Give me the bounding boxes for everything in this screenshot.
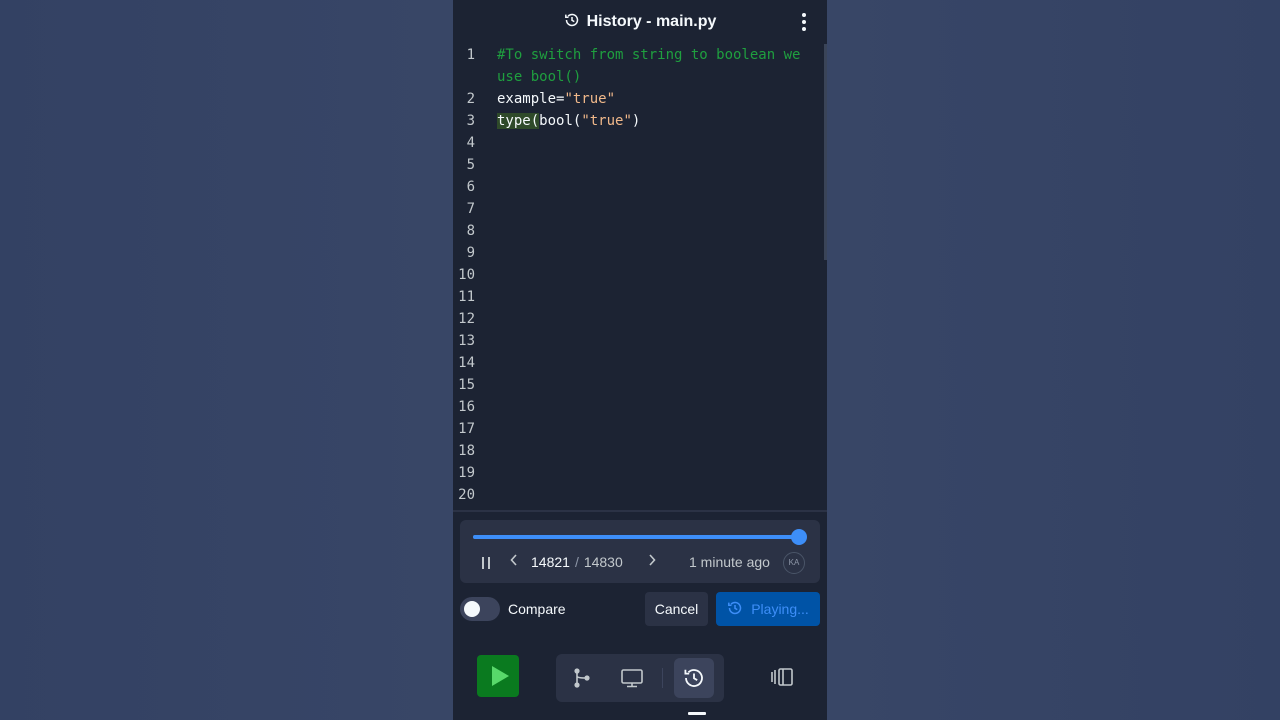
code-token: "true" [581, 113, 632, 129]
history-icon [564, 12, 580, 33]
code-editor[interactable]: 1 #To switch from string to boolean we use… [453, 44, 827, 510]
line-number: 7 [466, 201, 475, 217]
line-number: 10 [458, 267, 475, 283]
code-line[interactable]: 17 [453, 418, 827, 440]
chevron-left-icon[interactable] [506, 553, 522, 573]
code-line[interactable]: 5 [453, 154, 827, 176]
code-token: #To switch from string to boolean we [497, 47, 801, 63]
playing-button[interactable]: Playing... [716, 592, 820, 626]
code-line[interactable]: 3 type(bool("true") [453, 110, 827, 132]
line-number: 18 [458, 443, 475, 459]
line-number: 2 [466, 91, 475, 107]
playing-label: Playing... [751, 601, 809, 617]
line-number: 6 [466, 179, 475, 195]
cancel-button[interactable]: Cancel [645, 592, 708, 626]
code-line[interactable]: 13 [453, 330, 827, 352]
run-play-icon [491, 666, 509, 686]
line-number: 20 [458, 487, 475, 503]
code-line[interactable]: 18 [453, 440, 827, 462]
line-code: type(bool("true") [497, 110, 640, 132]
code-line[interactable]: 20 [453, 484, 827, 506]
history-header: History - main.py [453, 4, 827, 40]
code-line[interactable]: 19 [453, 462, 827, 484]
monitor-icon[interactable] [612, 658, 652, 698]
code-token: bool( [539, 113, 582, 129]
code-line[interactable]: use bool() [453, 66, 827, 88]
history-scrubber-track[interactable] [473, 529, 807, 545]
code-line[interactable]: 12 [453, 308, 827, 330]
bottom-dock [453, 650, 827, 706]
timestamp: 1 minute ago [689, 554, 770, 570]
header-title-wrap: History - main.py [564, 12, 717, 33]
chevron-right-icon[interactable] [644, 553, 660, 573]
line-number: 16 [458, 399, 475, 415]
git-branch-icon[interactable] [562, 658, 602, 698]
dock-separator [662, 668, 663, 688]
line-number: 13 [458, 333, 475, 349]
code-token: type( [497, 113, 540, 129]
line-code: #To switch from string to boolean we [497, 44, 800, 66]
line-number: 5 [466, 157, 475, 173]
home-indicator [688, 712, 706, 715]
compare-toggle[interactable] [460, 597, 500, 621]
line-number: 1 [466, 47, 475, 63]
history-tab-icon[interactable] [674, 658, 714, 698]
kebab-menu-icon[interactable] [795, 10, 813, 34]
page-title: History - main.py [586, 13, 717, 30]
line-code: use bool() [497, 66, 581, 88]
history-scrubber-fill [473, 535, 799, 539]
code-token: example= [497, 91, 565, 107]
history-scrubber-thumb[interactable] [790, 529, 807, 545]
editor-scrollbar[interactable] [824, 44, 827, 260]
history-icon [727, 600, 743, 619]
split-view-icon[interactable] [767, 662, 797, 692]
code-line[interactable]: 1 #To switch from string to boolean we [453, 44, 827, 66]
current-version: 14821 [531, 554, 570, 570]
line-number: 11 [458, 289, 475, 305]
compare-label: Compare [508, 601, 566, 617]
avatar: KA [783, 552, 805, 574]
line-code: example="true" [497, 88, 615, 110]
replit-mobile-app: History - main.py 1 #To switch from strin… [453, 0, 827, 720]
code-token: "true" [564, 91, 616, 107]
code-line[interactable]: 8 [453, 220, 827, 242]
code-line[interactable]: 2 example="true" [453, 88, 827, 110]
code-line[interactable]: 15 [453, 374, 827, 396]
pause-icon[interactable] [479, 556, 493, 570]
code-line[interactable]: 4 [453, 132, 827, 154]
player-controls: 14821/14830 1 minute ago KA [460, 552, 820, 574]
history-actions: Compare Cancel Playing... [460, 592, 820, 626]
toggle-knob [464, 601, 480, 617]
code-line[interactable]: 6 [453, 176, 827, 198]
line-number: 8 [466, 223, 475, 239]
line-number: 17 [458, 421, 475, 437]
line-number: 19 [458, 465, 475, 481]
editor-divider [453, 510, 827, 512]
line-number: 14 [458, 355, 475, 371]
line-number: 9 [466, 245, 475, 261]
code-line[interactable]: 9 [453, 242, 827, 264]
line-number: 3 [466, 113, 475, 129]
run-button[interactable] [477, 655, 519, 697]
code-token: ) [631, 113, 641, 129]
line-number: 12 [458, 311, 475, 327]
history-player: 14821/14830 1 minute ago KA [460, 520, 820, 583]
line-number: 4 [466, 135, 475, 151]
version-separator: / [574, 554, 579, 570]
code-line[interactable]: 16 [453, 396, 827, 418]
code-line[interactable]: 7 [453, 198, 827, 220]
total-versions: 14830 [583, 554, 623, 570]
line-number: 15 [458, 377, 475, 393]
code-token: use bool() [497, 69, 582, 85]
dock-tool-group [556, 654, 724, 702]
code-line[interactable]: 10 [453, 264, 827, 286]
code-line[interactable]: 11 [453, 286, 827, 308]
version-counter: 14821/14830 [531, 554, 623, 570]
code-line[interactable]: 14 [453, 352, 827, 374]
